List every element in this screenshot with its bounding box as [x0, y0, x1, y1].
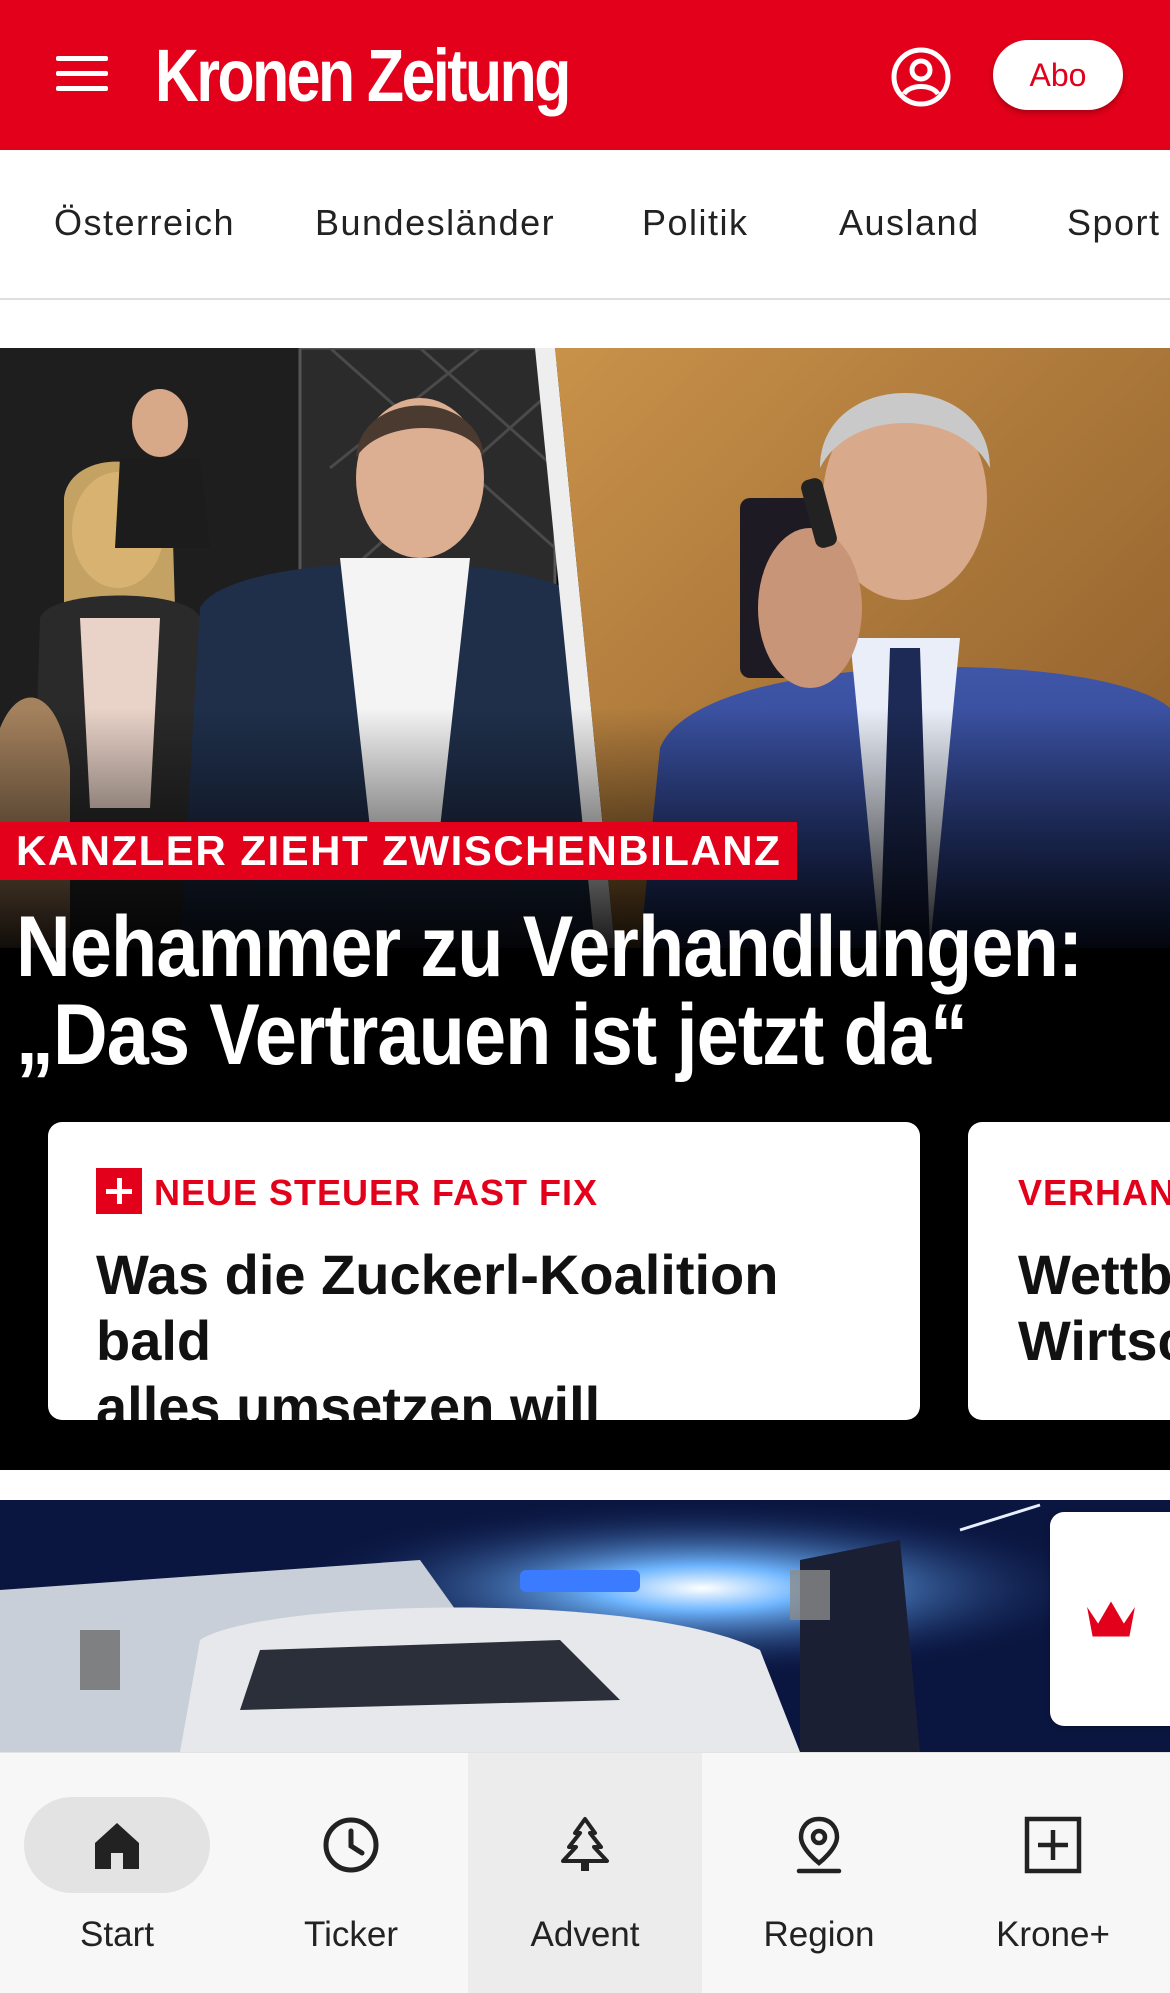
- tab-advent[interactable]: Advent: [468, 1753, 702, 1993]
- home-icon: [95, 1823, 139, 1869]
- card-kicker: VERHANI: [1018, 1172, 1170, 1213]
- krone-plus-icon: [96, 1168, 142, 1215]
- account-icon[interactable]: [890, 46, 952, 108]
- premium-badge[interactable]: [1050, 1512, 1170, 1726]
- story-photo-police[interactable]: [0, 1500, 1170, 1752]
- location-pin-icon: [796, 1816, 842, 1874]
- tree-icon: [561, 1817, 609, 1871]
- related-story-card[interactable]: VERHANI Wettbe Wirtsc: [968, 1122, 1170, 1420]
- abo-button[interactable]: Abo: [993, 40, 1123, 110]
- tab-ticker[interactable]: Ticker: [234, 1753, 468, 1993]
- hero-headline[interactable]: Nehammer zu Verhandlungen: „Das Vertraue…: [16, 899, 1083, 1083]
- related-story-card[interactable]: NEUE STEUER FAST FIX Was die Zuckerl-Koa…: [48, 1122, 920, 1420]
- nav-item-bundeslaender[interactable]: Bundesländer: [315, 202, 555, 244]
- plus-box-icon: [1024, 1816, 1082, 1874]
- site-logo[interactable]: Kronen Zeitung: [155, 36, 571, 116]
- card-kicker: NEUE STEUER FAST FIX: [96, 1168, 599, 1218]
- nav-item-politik[interactable]: Politik: [642, 202, 749, 244]
- tab-label: Krone+: [996, 1915, 1110, 1954]
- hero-story[interactable]: KANZLER ZIEHT ZWISCHENBILANZ Nehammer zu…: [0, 348, 1170, 1470]
- tab-label: Region: [763, 1915, 875, 1954]
- tab-label: Ticker: [304, 1915, 398, 1954]
- hero-headline-line2: „Das Vertrauen ist jetzt da“: [16, 987, 968, 1083]
- nav-item-ausland[interactable]: Ausland: [839, 202, 980, 244]
- hero-headline-line1: Nehammer zu Verhandlungen:: [16, 899, 1083, 995]
- tab-region[interactable]: Region: [702, 1753, 936, 1993]
- top-header: Kronen Zeitung Abo: [0, 0, 1170, 150]
- category-nav: Österreich Bundesländer Politik Ausland …: [0, 150, 1170, 300]
- nav-item-sport[interactable]: Sport: [1067, 202, 1161, 244]
- card-title: Was die Zuckerl-Koalition bald alles ums…: [96, 1243, 779, 1420]
- bottom-tab-bar: Start Ticker Advent Region Krone+: [0, 1752, 1170, 1993]
- tab-krone-plus[interactable]: Krone+: [936, 1753, 1170, 1993]
- tab-label: Advent: [530, 1915, 640, 1954]
- menu-icon[interactable]: [52, 50, 112, 98]
- hero-kicker: KANZLER ZIEHT ZWISCHENBILANZ: [0, 822, 798, 880]
- nav-item-oesterreich[interactable]: Österreich: [54, 202, 235, 244]
- crown-icon: [1087, 1601, 1135, 1637]
- card-title: Wettbe Wirtsc: [1018, 1243, 1170, 1372]
- clock-icon: [323, 1817, 379, 1873]
- card-kicker-text: NEUE STEUER FAST FIX: [154, 1172, 599, 1213]
- tab-label: Start: [80, 1915, 154, 1954]
- tab-start[interactable]: Start: [0, 1753, 234, 1993]
